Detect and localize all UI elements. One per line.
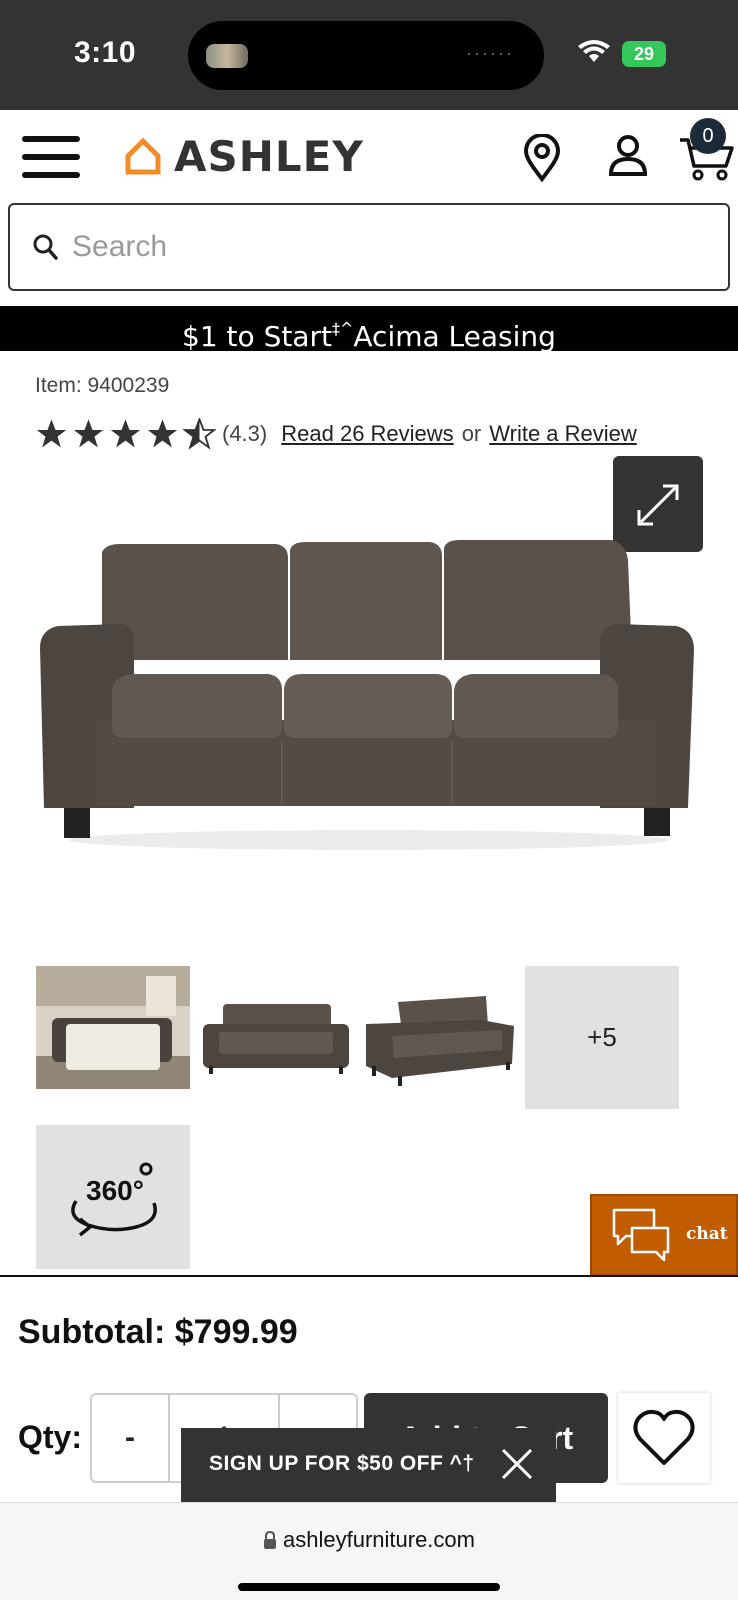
star-icon xyxy=(73,419,104,448)
expand-image-button[interactable] xyxy=(613,456,703,552)
star-icon xyxy=(110,419,141,448)
product-main-image[interactable] xyxy=(36,540,702,870)
status-time: 3:10 xyxy=(74,36,137,69)
account-icon[interactable] xyxy=(608,134,648,178)
wifi-icon xyxy=(578,40,610,62)
battery-indicator: 29 xyxy=(622,41,666,67)
sofa-front-image xyxy=(203,1004,349,1074)
home-indicator xyxy=(238,1583,500,1591)
cart-count-badge: 0 xyxy=(690,118,726,154)
rating-value: (4.3) xyxy=(222,421,268,446)
logo-text: ASHLEY xyxy=(174,131,364,181)
close-icon[interactable] xyxy=(499,1446,535,1482)
chat-label: chat xyxy=(686,1224,728,1244)
dynamic-island: ······ xyxy=(188,21,544,90)
half-star-icon xyxy=(183,418,216,450)
thumbnail-more-images[interactable]: +5 xyxy=(525,966,679,1109)
url-display: ashleyfurniture.com xyxy=(0,1527,738,1553)
promo-superscript: ‡^ xyxy=(331,319,354,338)
url-text: ashleyfurniture.com xyxy=(283,1527,475,1552)
star-rating xyxy=(35,418,216,450)
more-images-count: +5 xyxy=(587,1022,617,1052)
or-text: or xyxy=(461,421,482,446)
signup-offer-text: SIGN UP FOR $50 OFF ^† xyxy=(209,1452,475,1475)
sofa-angle-image xyxy=(366,996,514,1086)
read-reviews-link[interactable]: Read 26 Reviews xyxy=(281,421,453,447)
item-number: Item: 9400239 xyxy=(35,374,170,397)
ashley-logo[interactable]: ASHLEY xyxy=(124,131,364,181)
thumbnail-room-scene[interactable] xyxy=(36,966,190,1109)
expand-icon xyxy=(637,484,679,526)
lock-icon xyxy=(264,1530,276,1549)
island-dots-icon: ······ xyxy=(466,43,514,63)
write-review-link[interactable]: Write a Review xyxy=(489,421,637,447)
thumbnail-sofa-angle[interactable] xyxy=(362,966,516,1109)
status-bar: 3:10 ······ 29 xyxy=(0,0,738,110)
menu-icon[interactable] xyxy=(22,136,80,178)
rating-row: (4.3) Read 26 Reviews or Write a Review xyxy=(35,416,637,452)
site-header: ASHLEY 0 xyxy=(0,110,738,202)
location-pin-icon[interactable] xyxy=(522,134,562,182)
signup-offer-banner[interactable]: SIGN UP FOR $50 OFF ^† xyxy=(181,1428,556,1502)
promo-text-start: $1 to Start xyxy=(182,320,332,353)
star-icon xyxy=(147,419,178,448)
star-icon xyxy=(36,419,67,448)
qty-decrease-button[interactable]: - xyxy=(92,1395,170,1481)
chat-bubbles-icon xyxy=(612,1208,670,1262)
chat-button[interactable]: chat xyxy=(590,1194,738,1276)
qty-label: Qty: xyxy=(18,1419,82,1455)
promo-text-end: Acima Leasing xyxy=(353,320,556,353)
search-bar xyxy=(8,203,730,291)
promo-banner[interactable]: $1 to Start‡^Acima Leasing xyxy=(0,306,738,353)
browser-url-bar[interactable]: ashleyfurniture.com xyxy=(0,1502,738,1600)
view-360-button[interactable]: 360° xyxy=(36,1125,190,1269)
search-icon xyxy=(33,234,58,260)
view-360-label: 360° xyxy=(86,1175,144,1206)
island-activity-thumbnail xyxy=(206,44,248,68)
subtotal: Subtotal: $799.99 xyxy=(18,1313,298,1351)
heart-icon xyxy=(633,1409,695,1465)
wishlist-button[interactable] xyxy=(618,1393,710,1483)
search-input[interactable] xyxy=(72,221,712,273)
home-logo-icon xyxy=(125,137,161,175)
room-scene-image xyxy=(36,966,190,1089)
thumbnail-sofa-front[interactable] xyxy=(199,966,353,1109)
